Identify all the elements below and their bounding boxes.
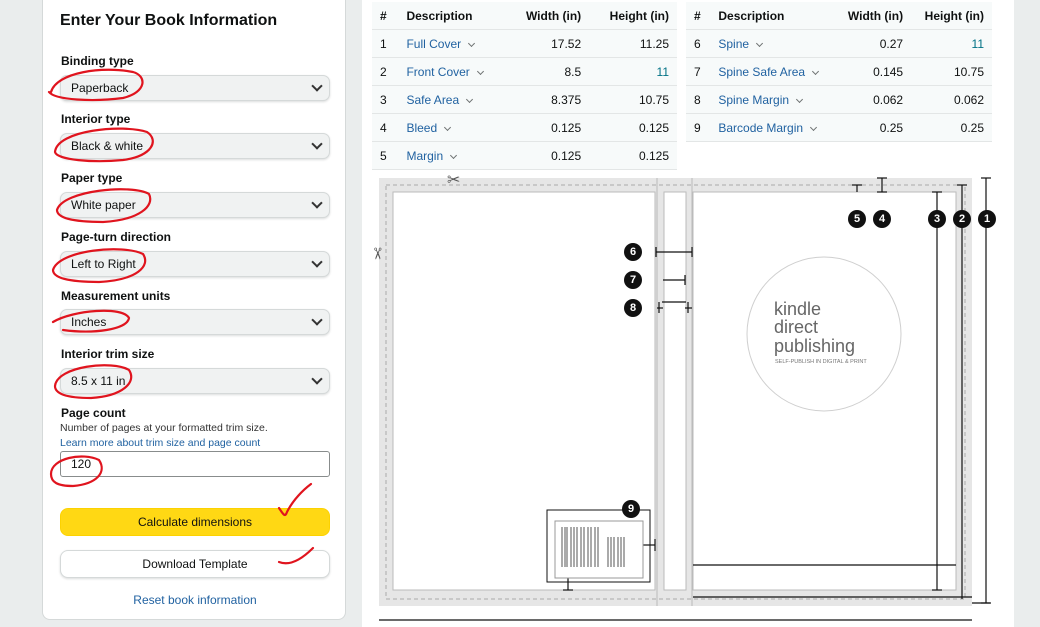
- col-num: #: [686, 2, 711, 30]
- trim-size-select[interactable]: 8.5 x 11 in: [60, 368, 330, 394]
- binding-type-select[interactable]: Paperback: [60, 75, 330, 101]
- trim-size-value: 8.5 x 11 in: [71, 374, 126, 388]
- page-count-label: Page count: [61, 406, 126, 420]
- table-row: 4 Bleed 0.125 0.125: [372, 113, 677, 142]
- trim-size-label: Interior trim size: [61, 347, 155, 361]
- chevron-down-icon: [450, 151, 458, 159]
- chevron-down-icon: [756, 39, 764, 47]
- chevron-down-icon: [311, 373, 323, 385]
- cover-template-diagram: ✂ ✂ kindle direct publishing SELF-PUBLIS…: [368, 170, 991, 621]
- interior-type-select[interactable]: Black & white: [60, 133, 330, 159]
- table-row: 8 Spine Margin 0.062 0.062: [686, 85, 992, 114]
- chevron-down-icon: [796, 95, 804, 103]
- chevron-down-icon: [466, 95, 474, 103]
- chevron-down-icon: [476, 67, 484, 75]
- scissors-icon: ✂: [447, 170, 460, 189]
- marker-7: 7: [624, 271, 642, 289]
- dimensions-table-left: # Description Width (in) Height (in) 1 Fu…: [372, 2, 677, 170]
- chevron-down-icon: [444, 123, 452, 131]
- logo-line1: kindle: [774, 299, 821, 319]
- col-width: Width (in): [506, 2, 590, 30]
- col-width: Width (in): [834, 2, 912, 30]
- col-description: Description: [398, 2, 507, 30]
- col-height: Height (in): [589, 2, 677, 30]
- barcode-box: [554, 520, 644, 579]
- chevron-down-icon: [311, 256, 323, 268]
- binding-type-value: Paperback: [71, 81, 129, 95]
- table-row: 1 Full Cover 17.52 11.25: [372, 29, 677, 58]
- page-count-input[interactable]: 120: [60, 451, 330, 477]
- panel-title: Enter Your Book Information: [60, 12, 278, 29]
- units-value: Inches: [71, 315, 107, 329]
- chevron-down-icon: [311, 80, 323, 92]
- table-row: 9 Barcode Margin 0.25 0.25: [686, 113, 992, 142]
- marker-1: 1: [978, 210, 996, 228]
- chevron-down-icon: [812, 67, 820, 75]
- page-turn-label: Page-turn direction: [61, 230, 172, 244]
- scissors-icon: ✂: [368, 247, 387, 260]
- reset-book-info-link[interactable]: Reset book information: [43, 593, 347, 607]
- interior-type-value: Black & white: [71, 139, 144, 153]
- paper-type-value: White paper: [71, 198, 136, 212]
- calculate-dimensions-button[interactable]: Calculate dimensions: [60, 508, 330, 536]
- paper-type-label: Paper type: [61, 171, 123, 185]
- units-select[interactable]: Inches: [60, 309, 330, 335]
- marker-4: 4: [873, 210, 891, 228]
- marker-5: 5: [848, 210, 866, 228]
- paper-type-select[interactable]: White paper: [60, 192, 330, 218]
- binding-type-label: Binding type: [61, 54, 134, 68]
- trim-size-help-link[interactable]: Learn more about trim size and page coun…: [60, 437, 260, 449]
- book-info-panel: Enter Your Book Information Binding type…: [42, 0, 346, 620]
- marker-9: 9: [622, 500, 640, 518]
- chevron-down-icon: [311, 314, 323, 326]
- table-row: 7 Spine Safe Area 0.145 10.75: [686, 57, 992, 86]
- table-row: 6 Spine 0.27 11: [686, 29, 992, 58]
- chevron-down-icon: [311, 197, 323, 209]
- col-height: Height (in): [911, 2, 992, 30]
- col-num: #: [372, 2, 399, 30]
- dimensions-table-right: # Description Width (in) Height (in) 6 Sp…: [686, 2, 992, 142]
- chevron-down-icon: [810, 123, 818, 131]
- kdp-logo-circle: [746, 256, 902, 412]
- table-row: 3 Safe Area 8.375 10.75: [372, 85, 677, 114]
- table-row: 2 Front Cover 8.5 11: [372, 57, 677, 86]
- col-description: Description: [710, 2, 835, 30]
- logo-line3: publishing: [774, 336, 855, 356]
- marker-8: 8: [624, 299, 642, 317]
- table-row: 5 Margin 0.125 0.125: [372, 141, 677, 170]
- chevron-down-icon: [311, 138, 323, 150]
- marker-3: 3: [928, 210, 946, 228]
- logo-tagline: SELF-PUBLISH IN DIGITAL & PRINT: [775, 359, 867, 365]
- marker-6: 6: [624, 243, 642, 261]
- chevron-down-icon: [468, 39, 476, 47]
- download-template-button[interactable]: Download Template: [60, 550, 330, 578]
- page-turn-value: Left to Right: [71, 257, 136, 271]
- logo-line2: direct: [774, 317, 818, 337]
- units-label: Measurement units: [61, 289, 171, 303]
- page-count-help: Number of pages at your formatted trim s…: [60, 422, 268, 434]
- page-turn-select[interactable]: Left to Right: [60, 251, 330, 277]
- interior-type-label: Interior type: [61, 112, 131, 126]
- template-preview-area: # Description Width (in) Height (in) 1 Fu…: [362, 0, 1014, 627]
- marker-2: 2: [953, 210, 971, 228]
